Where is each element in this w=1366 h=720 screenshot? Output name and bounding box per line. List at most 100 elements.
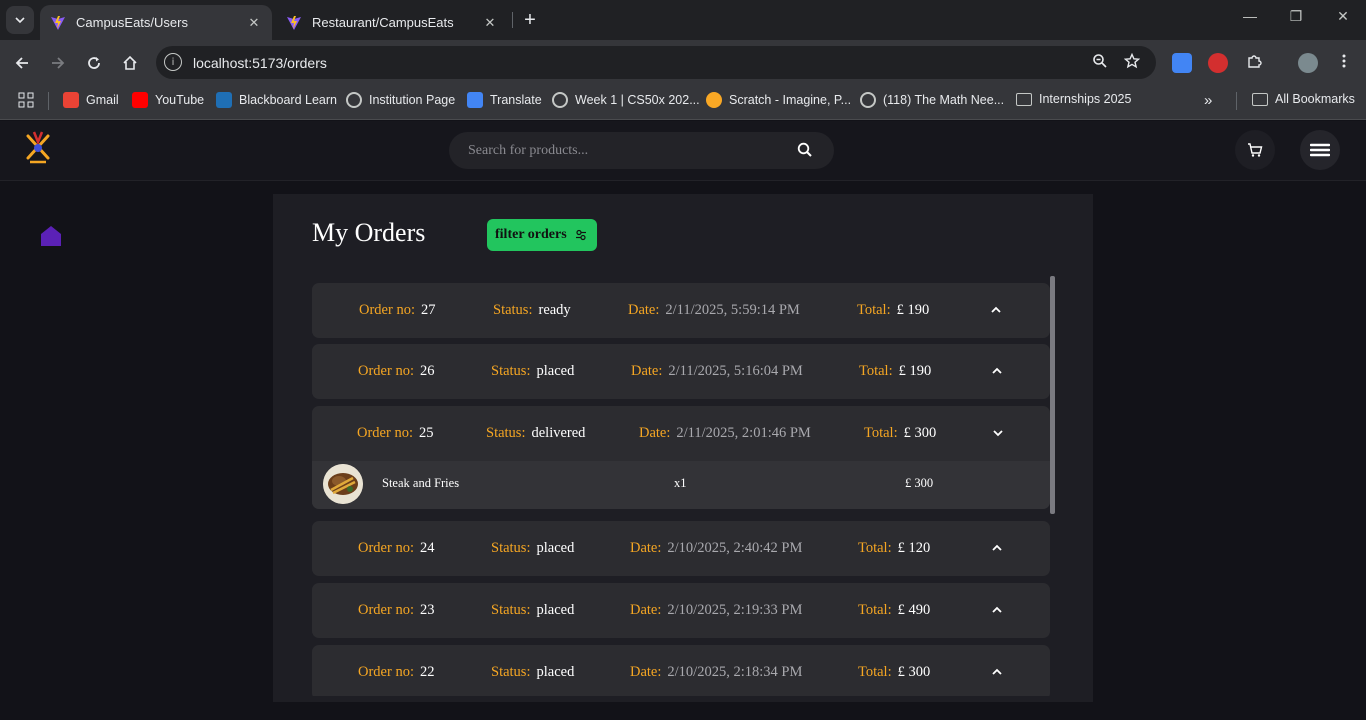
total-label: Total: bbox=[858, 540, 892, 556]
close-window-icon[interactable]: ✕ bbox=[1331, 8, 1355, 25]
bookmarks-overflow-icon[interactable]: » bbox=[1204, 92, 1212, 109]
reload-button[interactable] bbox=[82, 51, 106, 75]
home-button[interactable] bbox=[118, 51, 142, 75]
profile-avatar[interactable] bbox=[1298, 53, 1318, 73]
order-card[interactable]: Order no: 26 Status: placed Date: 2/11/2025… bbox=[312, 344, 1050, 399]
tab-search-button[interactable] bbox=[6, 6, 34, 34]
status-field: Status: ready bbox=[493, 302, 571, 319]
bookmark-internships[interactable]: Internships 2025 bbox=[1016, 92, 1131, 106]
scratch-icon bbox=[706, 92, 722, 108]
chevron-down-icon bbox=[15, 17, 25, 24]
bookmark-institution[interactable]: Institution Page bbox=[346, 92, 455, 108]
orders-scrollbar[interactable] bbox=[1050, 276, 1055, 514]
order-card[interactable]: Order no: 27 Status: ready Date: 2/11/2025,… bbox=[312, 283, 1050, 338]
total-label: Total: bbox=[858, 664, 892, 680]
total-value: £ 190 bbox=[896, 302, 930, 318]
restore-icon[interactable]: ❐ bbox=[1284, 8, 1308, 25]
total-label: Total: bbox=[864, 425, 898, 441]
filter-orders-button[interactable]: filter orders bbox=[487, 219, 597, 251]
cart-button[interactable] bbox=[1235, 130, 1275, 170]
close-icon[interactable]: ✕ bbox=[246, 15, 262, 31]
back-button[interactable] bbox=[10, 51, 34, 75]
total-label: Total: bbox=[858, 602, 892, 618]
date-field: Date: 2/11/2025, 2:01:46 PM bbox=[639, 425, 811, 442]
order-header-row[interactable]: Order no: 26 Status: placed Date: 2/11/2025… bbox=[312, 344, 1050, 399]
status-field: Status: placed bbox=[491, 363, 574, 380]
folder-icon bbox=[1016, 92, 1032, 106]
bookmark-scratch[interactable]: Scratch - Imagine, P... bbox=[706, 92, 851, 108]
apps-grid-icon[interactable] bbox=[18, 92, 34, 108]
translate-extension-icon[interactable] bbox=[1172, 53, 1192, 73]
food-thumbnail bbox=[323, 464, 363, 504]
more-vert-icon[interactable] bbox=[1334, 53, 1354, 74]
forward-button[interactable] bbox=[46, 51, 70, 75]
bookmark-cs50[interactable]: Week 1 | CS50x 202... bbox=[552, 92, 700, 108]
order-header-row[interactable]: Order no: 24 Status: placed Date: 2/10/2025… bbox=[312, 521, 1050, 576]
chevron-up-icon[interactable] bbox=[990, 665, 1004, 679]
bookmark-translate[interactable]: Translate bbox=[467, 92, 542, 108]
date-value: 2/11/2025, 5:16:04 PM bbox=[668, 363, 803, 379]
blackboard-icon bbox=[216, 92, 232, 108]
home-icon[interactable] bbox=[40, 225, 62, 247]
tab-divider bbox=[512, 12, 513, 28]
arrow-right-icon bbox=[52, 57, 65, 69]
adblock-extension-icon[interactable] bbox=[1208, 53, 1228, 73]
order-header-row[interactable]: Order no: 22 Status: placed Date: 2/10/2025… bbox=[312, 645, 1050, 696]
order-card[interactable]: Order no: 22 Status: placed Date: 2/10/2025… bbox=[312, 645, 1050, 696]
order-header-row[interactable]: Order no: 27 Status: ready Date: 2/11/2025,… bbox=[312, 283, 1050, 338]
tab-restaurant-campuseats[interactable]: Restaurant/CampusEats ✕ bbox=[276, 5, 508, 40]
menu-button[interactable] bbox=[1300, 130, 1340, 170]
extensions-puzzle-icon[interactable] bbox=[1244, 53, 1264, 74]
total-field: Total: £ 120 bbox=[858, 540, 930, 557]
bookmark-star-icon[interactable] bbox=[1122, 52, 1142, 74]
status-value: placed bbox=[536, 664, 575, 680]
order-card[interactable]: Order no: 24 Status: placed Date: 2/10/2025… bbox=[312, 521, 1050, 576]
orders-list[interactable]: Order no: 27 Status: ready Date: 2/11/2025,… bbox=[312, 276, 1058, 696]
globe-icon bbox=[552, 92, 568, 108]
bookmark-youtube[interactable]: YouTube bbox=[132, 92, 204, 108]
date-value: 2/10/2025, 2:18:34 PM bbox=[667, 664, 803, 680]
order-header-row[interactable]: Order no: 25 Status: delivered Date: 2/11/2… bbox=[312, 406, 1050, 461]
order-number-value: 26 bbox=[419, 363, 435, 379]
date-label: Date: bbox=[630, 602, 662, 618]
item-name: Steak and Fries bbox=[382, 476, 460, 490]
chevron-up-icon[interactable] bbox=[989, 303, 1003, 317]
cart-icon bbox=[1248, 143, 1263, 157]
close-icon[interactable]: ✕ bbox=[482, 15, 498, 31]
bookmarks-divider bbox=[48, 92, 49, 110]
chevron-up-icon[interactable] bbox=[990, 541, 1004, 555]
home-outline-icon bbox=[123, 55, 137, 70]
url-text[interactable]: localhost:5173/orders bbox=[193, 55, 327, 71]
bookmark-gmail[interactable]: Gmail bbox=[63, 92, 119, 108]
total-field: Total: £ 190 bbox=[857, 302, 929, 319]
chevron-up-icon[interactable] bbox=[990, 603, 1004, 617]
chevron-up-icon[interactable] bbox=[990, 364, 1004, 378]
new-tab-button[interactable]: + bbox=[520, 10, 540, 30]
bookmark-label: Gmail bbox=[86, 93, 119, 107]
bookmark-math[interactable]: (118) The Math Nee... bbox=[860, 92, 1004, 108]
order-card-expanded[interactable]: Order no: 25 Status: delivered Date: 2/11/2… bbox=[312, 406, 1050, 509]
order-number-field: Order no: 27 bbox=[359, 302, 435, 319]
reload-icon bbox=[88, 57, 100, 69]
chevron-down-icon[interactable] bbox=[991, 426, 1005, 440]
search-input[interactable] bbox=[468, 142, 768, 160]
order-item-row: Steak and Fries x1 £ 300 bbox=[312, 461, 1050, 509]
order-number-field: Order no: 26 bbox=[358, 363, 434, 380]
bookmark-blackboard[interactable]: Blackboard Learn bbox=[216, 92, 337, 108]
order-number-field: Order no: 24 bbox=[358, 540, 434, 557]
campuseats-logo[interactable] bbox=[22, 128, 54, 166]
all-bookmarks[interactable]: All Bookmarks bbox=[1252, 92, 1355, 106]
order-number-field: Order no: 22 bbox=[358, 664, 434, 681]
tab-campuseats-users[interactable]: CampusEats/Users ✕ bbox=[40, 5, 272, 40]
search-icon[interactable] bbox=[797, 141, 813, 159]
status-field: Status: delivered bbox=[486, 425, 585, 442]
site-info-icon[interactable]: i bbox=[164, 53, 182, 71]
order-number-label: Order no: bbox=[358, 540, 414, 556]
tab-title: CampusEats/Users bbox=[76, 15, 188, 30]
order-header-row[interactable]: Order no: 23 Status: placed Date: 2/10/2025… bbox=[312, 583, 1050, 638]
order-number-label: Order no: bbox=[358, 664, 414, 680]
order-card[interactable]: Order no: 23 Status: placed Date: 2/10/2025… bbox=[312, 583, 1050, 638]
zoom-icon[interactable] bbox=[1090, 53, 1110, 74]
vite-favicon-icon bbox=[51, 15, 65, 30]
minimize-icon[interactable]: — bbox=[1238, 8, 1262, 24]
